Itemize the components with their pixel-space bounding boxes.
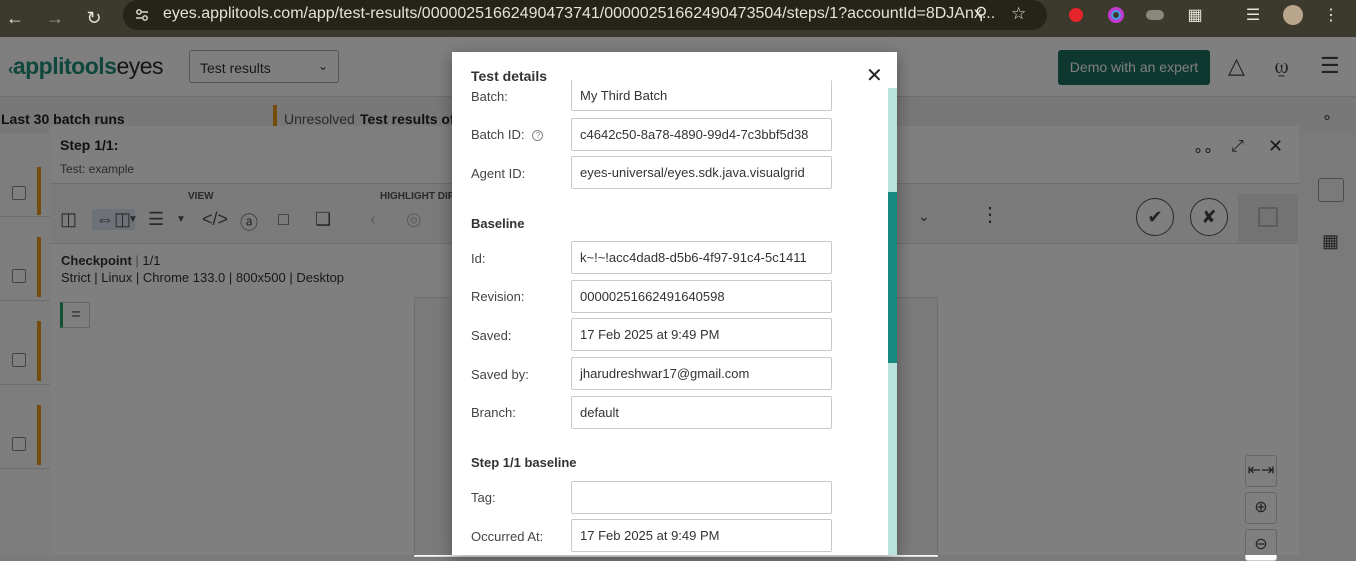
back-icon[interactable]: ← — [0, 0, 30, 37]
saved-field[interactable]: 17 Feb 2025 at 9:49 PM — [571, 318, 832, 351]
tag-field[interactable] — [571, 481, 832, 514]
help-icon[interactable]: ? — [532, 130, 544, 142]
color-extension-icon[interactable] — [1103, 0, 1129, 30]
step-baseline-section-title: Step 1/1 baseline — [471, 455, 577, 470]
baseline-id-label: Id: — [471, 251, 486, 266]
revision-field[interactable]: 00000251662491640598 — [571, 280, 832, 313]
browser-menu-icon[interactable]: ⋮ — [1318, 0, 1344, 30]
extensions-puzzle-icon[interactable]: ▦ — [1182, 0, 1208, 30]
url-text[interactable]: eyes.applitools.com/app/test-results/000… — [163, 5, 995, 23]
address-bar[interactable]: eyes.applitools.com/app/test-results/000… — [123, 0, 1047, 30]
occurred-at-field[interactable]: 17 Feb 2025 at 9:49 PM — [571, 519, 832, 552]
browser-chrome: ← → ↻ eyes.applitools.com/app/test-resul… — [0, 0, 1356, 37]
forward-icon[interactable]: → — [40, 0, 70, 37]
zoom-search-icon[interactable]: ⚲ — [975, 4, 987, 24]
profile-avatar[interactable] — [1280, 0, 1306, 30]
toggle-extension-icon[interactable] — [1142, 0, 1168, 30]
revision-label: Revision: — [471, 289, 525, 304]
modal-title: Test details — [471, 68, 547, 84]
occurred-at-label: Occurred At: — [471, 529, 544, 544]
agent-id-field[interactable]: eyes-universal/eyes.sdk.java.visualgrid — [571, 156, 832, 189]
scrollbar-thumb[interactable] — [888, 192, 897, 363]
batch-id-field[interactable]: c4642c50-8a78-4890-99d4-7c3bbf5d38 — [571, 118, 832, 151]
site-settings-icon[interactable] — [135, 8, 149, 22]
batch-id-label-text: Batch ID: — [471, 127, 525, 142]
batch-field[interactable]: My Third Batch — [571, 80, 832, 111]
close-icon[interactable]: ✕ — [866, 63, 883, 88]
bookmark-star-icon[interactable]: ☆ — [1011, 4, 1026, 24]
batch-label: Batch: — [471, 89, 508, 104]
reload-icon[interactable]: ↻ — [79, 0, 109, 37]
reading-list-icon[interactable]: ☰ — [1240, 0, 1266, 30]
branch-label: Branch: — [471, 405, 516, 420]
baseline-section-title: Baseline — [471, 216, 525, 231]
baseline-id-field[interactable]: k~!~!acc4dad8-d5b6-4f97-91c4-5c1411 — [571, 241, 832, 274]
agent-id-label: Agent ID: — [471, 166, 526, 181]
saved-by-label: Saved by: — [471, 367, 529, 382]
saved-by-field[interactable]: jharudreshwar17@gmail.com — [571, 357, 832, 390]
batch-id-label: Batch ID:? — [471, 127, 544, 142]
saved-label: Saved: — [471, 328, 512, 343]
record-extension-icon[interactable] — [1063, 0, 1089, 30]
test-details-modal: Test details ✕ Batch: My Third Batch Bat… — [452, 52, 897, 555]
branch-field[interactable]: default — [571, 396, 832, 429]
tag-label: Tag: — [471, 490, 496, 505]
